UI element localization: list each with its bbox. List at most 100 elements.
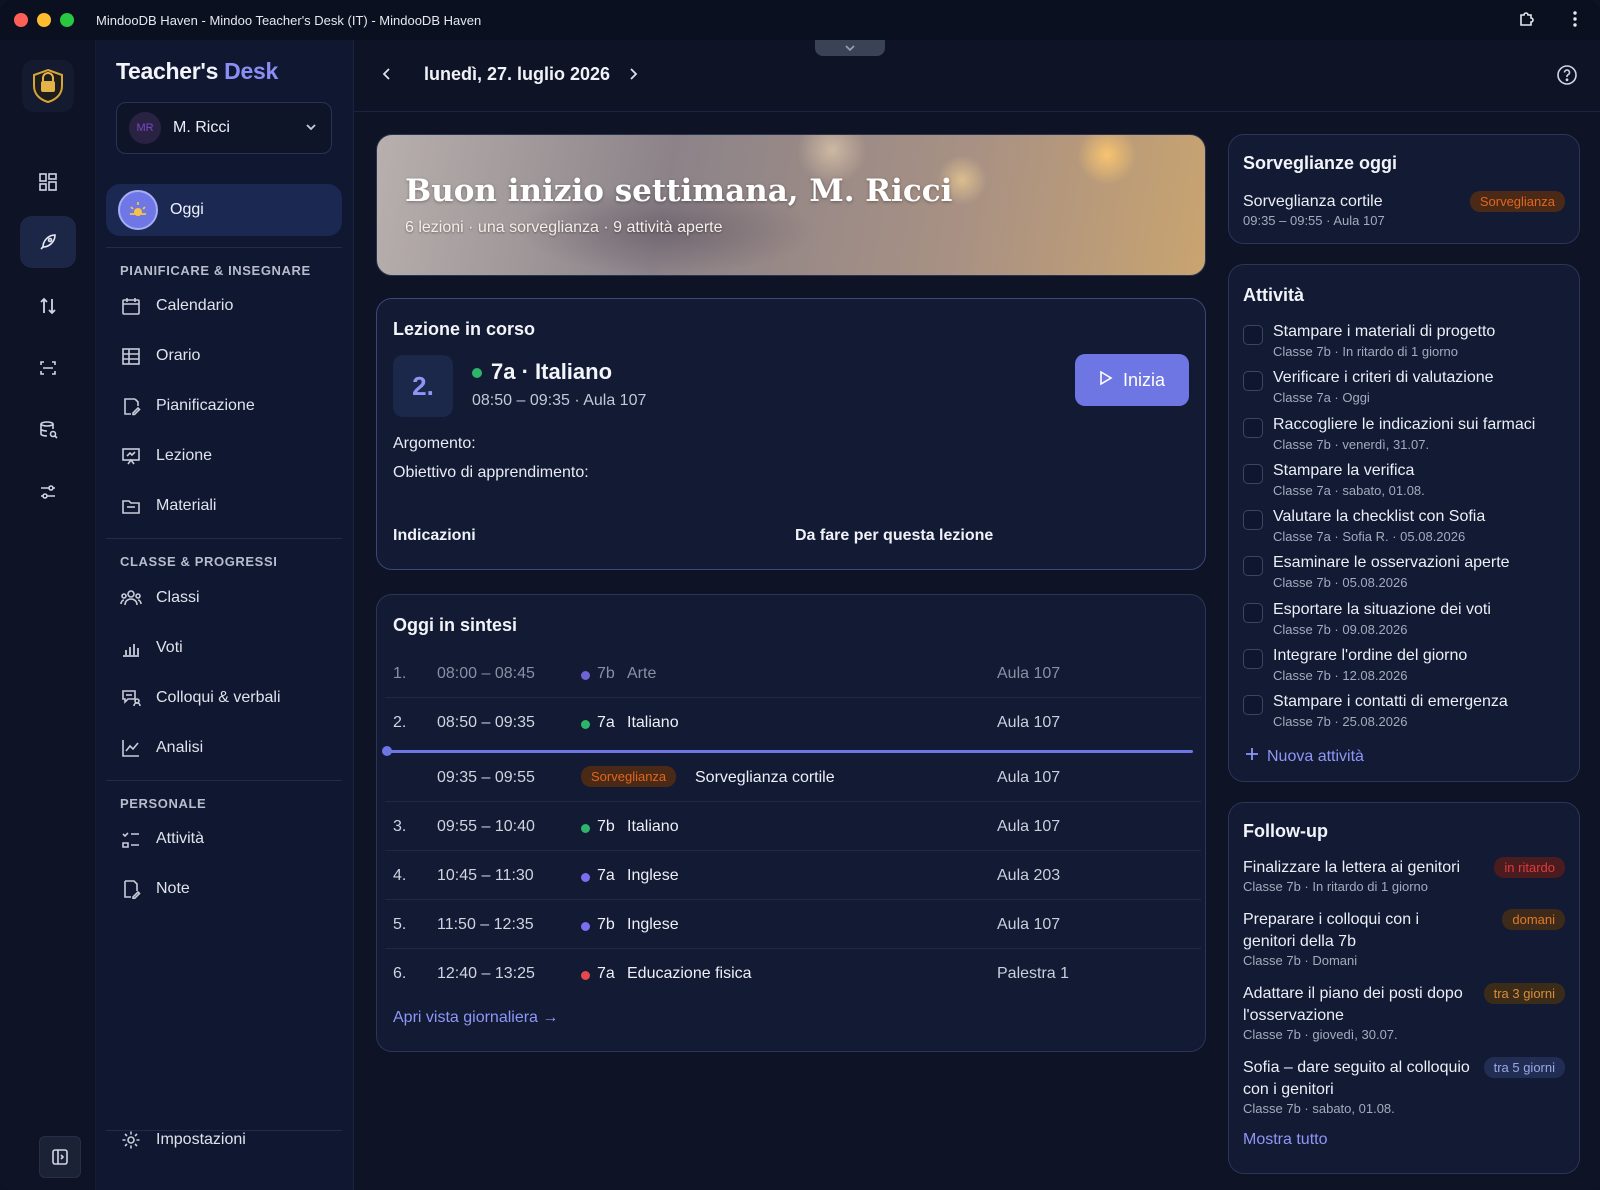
sidebar-item-label: Classi	[156, 589, 200, 606]
app-window: MindooDB Haven - Mindoo Teacher's Desk (…	[0, 0, 1600, 1190]
notes-heading: Indicazioni	[393, 527, 476, 544]
followup-title[interactable]: Adattare il piano dei posti dopo l'osser…	[1243, 983, 1473, 1027]
add-task-button[interactable]: Nuova attività	[1245, 747, 1364, 766]
task-checkbox[interactable]	[1243, 510, 1263, 530]
class-dot	[581, 824, 590, 833]
sidebar-item-label: Orario	[156, 347, 201, 364]
task-title: Esportare la situazione dei voti	[1273, 601, 1491, 618]
task-title: Valutare la checklist con Sofia	[1273, 508, 1486, 525]
sort-icon[interactable]	[20, 280, 76, 332]
maximize-window-button[interactable]	[60, 13, 74, 27]
sidebar-item-tasks[interactable]: Attività	[120, 821, 340, 857]
sidebar-item-label: Attività	[156, 830, 205, 847]
pull-down-tab[interactable]	[815, 40, 885, 56]
sidebar-item-label: Analisi	[156, 739, 204, 756]
sidebar-item-analytics[interactable]: Analisi	[120, 730, 340, 766]
filters-icon[interactable]	[20, 466, 76, 518]
sidebar-item-lesson[interactable]: Lezione	[120, 438, 340, 474]
lesson-title: 7a · Italiano	[491, 359, 613, 384]
plus-icon	[1245, 747, 1259, 766]
task-checkbox[interactable]	[1243, 325, 1263, 345]
task-checkbox[interactable]	[1243, 371, 1263, 391]
followup-badge: in ritardo	[1494, 857, 1565, 878]
sidebar-item-classes[interactable]: Classi	[120, 580, 340, 616]
followup-title[interactable]: Finalizzare la lettera ai genitori	[1243, 857, 1473, 879]
divider	[106, 247, 342, 248]
help-icon[interactable]	[1556, 64, 1578, 90]
user-name: M. Ricci	[173, 119, 230, 136]
close-window-button[interactable]	[14, 13, 28, 27]
sidebar-item-label: Impostazioni	[156, 1131, 246, 1148]
task-checkbox[interactable]	[1243, 556, 1263, 576]
window-title: MindooDB Haven - Mindoo Teacher's Desk (…	[96, 12, 482, 28]
open-day-view-link[interactable]: Apri vista giornaliera →	[393, 1009, 558, 1027]
card-title: Oggi in sintesi	[393, 615, 518, 635]
task-meta: Classe 7b · 09.08.2026	[1273, 622, 1408, 637]
chevron-right-icon[interactable]	[624, 64, 642, 88]
schedule-row[interactable]: 1. 08:00 – 08:45 7b Arte Aula 107	[385, 649, 1201, 698]
sidebar-item-planning[interactable]: Pianificazione	[120, 388, 340, 424]
more-menu-icon[interactable]	[1564, 8, 1586, 30]
sidebar-item-materials[interactable]: Materiali	[120, 488, 340, 524]
task-checkbox[interactable]	[1243, 695, 1263, 715]
sidebar-item-meetings[interactable]: Colloqui & verbali	[120, 680, 340, 716]
row-room: Palestra 1	[997, 965, 1070, 982]
presentation-icon	[120, 445, 142, 467]
task-checkbox[interactable]	[1243, 603, 1263, 623]
task-checkbox[interactable]	[1243, 649, 1263, 669]
user-selector[interactable]: MR M. Ricci	[116, 102, 332, 154]
sidebar-item-label: Oggi	[170, 201, 204, 218]
class-dot	[581, 971, 590, 980]
class-dot	[581, 671, 590, 680]
schedule-row[interactable]: 6. 12:40 – 13:25 7a Educazione fisica Pa…	[385, 949, 1201, 998]
chevron-left-icon[interactable]	[378, 64, 396, 88]
schedule-row[interactable]: 2. 08:50 – 09:35 7a Italiano Aula 107	[385, 698, 1201, 747]
sidebar-item-label: Calendario	[156, 297, 234, 314]
row-subject: Italiano	[627, 714, 679, 731]
sidebar-item-today[interactable]: Oggi	[106, 184, 342, 236]
database-search-icon[interactable]	[20, 404, 76, 456]
line-chart-icon	[120, 737, 142, 759]
schedule-row[interactable]: 5. 11:50 – 12:35 7b Inglese Aula 107	[385, 900, 1201, 949]
task-checkbox[interactable]	[1243, 464, 1263, 484]
sidebar-item-calendar[interactable]: Calendario	[120, 288, 340, 324]
schedule-row[interactable]: 09:35 – 09:55 Sorveglianza Sorveglianza …	[385, 753, 1201, 802]
dashboard-icon[interactable]	[20, 156, 76, 208]
row-number: 2.	[393, 714, 407, 731]
extension-icon[interactable]	[1516, 8, 1538, 30]
sidebar-item-label: Voti	[156, 639, 183, 656]
task-meta: Classe 7b · In ritardo di 1 giorno	[1273, 344, 1458, 359]
minimize-window-button[interactable]	[37, 13, 51, 27]
supervision-card: Sorveglianze oggi Sorveglianza cortile 0…	[1228, 134, 1580, 244]
sidebar: Teacher's Desk MR M. Ricci Oggi PIANIFIC…	[96, 40, 354, 1190]
checklist-icon	[120, 828, 142, 850]
sidebar-item-settings[interactable]: Impostazioni	[120, 1122, 340, 1158]
show-all-link[interactable]: Mostra tutto	[1243, 1131, 1327, 1149]
badge-label: Sorveglianza	[581, 766, 677, 787]
row-time: 08:50 – 09:35	[437, 714, 535, 731]
toggle-sidebar-icon[interactable]	[39, 1136, 81, 1178]
supervision-meta: 09:35 – 09:55 · Aula 107	[1243, 213, 1385, 228]
row-number: 4.	[393, 867, 407, 884]
card-title: Follow-up	[1243, 821, 1328, 841]
followup-title[interactable]: Sofia – dare seguito al colloquio con i …	[1243, 1057, 1473, 1101]
row-subject: Inglese	[627, 867, 679, 884]
row-class: 7a	[597, 867, 615, 884]
start-lesson-button[interactable]: Inizia	[1075, 354, 1189, 406]
sidebar-item-label: Note	[156, 880, 190, 897]
calendar-icon	[120, 295, 142, 317]
section-label: PERSONALE	[120, 796, 207, 811]
row-class: 7b	[597, 916, 615, 933]
task-checkbox[interactable]	[1243, 418, 1263, 438]
sidebar-item-grades[interactable]: Voti	[120, 630, 340, 666]
schedule-row[interactable]: 4. 10:45 – 11:30 7a Inglese Aula 203	[385, 851, 1201, 900]
add-task-label: Nuova attività	[1267, 747, 1364, 765]
followup-title[interactable]: Preparare i colloqui con i genitori dell…	[1243, 909, 1473, 953]
schedule-row[interactable]: 3. 09:55 – 10:40 7b Italiano Aula 107	[385, 802, 1201, 851]
edit-document-icon	[120, 395, 142, 417]
sidebar-item-notes[interactable]: Note	[120, 871, 340, 907]
rocket-icon[interactable]	[20, 216, 76, 268]
sidebar-item-timetable[interactable]: Orario	[120, 338, 340, 374]
scan-icon[interactable]	[20, 342, 76, 394]
play-icon	[1099, 370, 1113, 391]
